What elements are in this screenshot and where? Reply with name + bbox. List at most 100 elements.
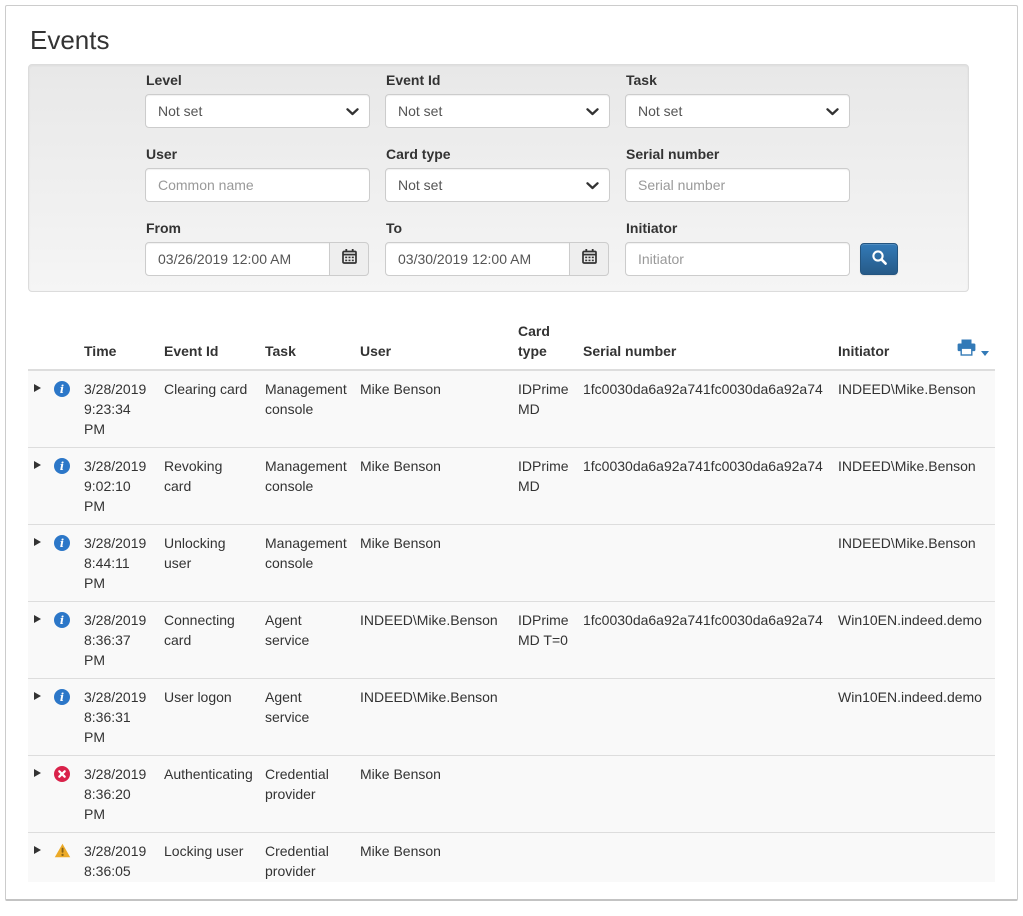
caret-right-icon bbox=[34, 846, 41, 854]
time-cell: 3/28/2019 8:36:05 bbox=[84, 833, 164, 882]
card-type-cell bbox=[518, 525, 583, 601]
table-row: i 3/28/2019 9:23:34 PM Clearing card Man… bbox=[28, 371, 995, 448]
caret-right-icon bbox=[34, 538, 41, 546]
caret-right-icon bbox=[34, 384, 41, 392]
expand-row-button[interactable] bbox=[28, 602, 54, 678]
info-icon: i bbox=[54, 612, 70, 628]
filter-group-event-id: Event Id Not set bbox=[385, 72, 610, 128]
svg-text:i: i bbox=[60, 383, 64, 396]
table-row: i 3/28/2019 8:36:20 PM Authenticating Cr… bbox=[28, 756, 995, 833]
task-cell: Management console bbox=[265, 525, 360, 601]
task-cell: Agent service bbox=[265, 679, 360, 755]
header-level-col bbox=[54, 353, 84, 369]
event-id-select[interactable]: Not set bbox=[385, 94, 610, 128]
from-date-input[interactable] bbox=[145, 242, 330, 276]
time-cell: 3/28/2019 9:02:10 PM bbox=[84, 448, 164, 524]
serial-number-cell: 1fc0030da6a92a741fc0030da6a92a74 bbox=[583, 371, 838, 447]
task-cell: Agent service bbox=[265, 602, 360, 678]
svg-text:i: i bbox=[60, 460, 64, 473]
user-cell: INDEED\Mike.Benson bbox=[360, 679, 518, 755]
table-row: i 3/28/2019 9:02:10 PM Revoking card Man… bbox=[28, 448, 995, 525]
chevron-down-icon bbox=[346, 103, 359, 119]
card-type-select[interactable]: Not set bbox=[385, 168, 610, 202]
calendar-icon bbox=[582, 249, 597, 269]
initiator-cell: Win10EN.indeed.demo bbox=[838, 602, 995, 678]
level-select-value: Not set bbox=[158, 103, 202, 119]
to-date-picker-button[interactable] bbox=[569, 242, 609, 276]
magnifier-icon bbox=[871, 249, 888, 269]
table-row: i 3/28/2019 8:36:37 PM Connecting card A… bbox=[28, 602, 995, 679]
event-id-cell: Connecting card bbox=[164, 602, 265, 678]
user-cell: Mike Benson bbox=[360, 756, 518, 832]
table-row: i 3/28/2019 8:44:11 PM Unlocking user Ma… bbox=[28, 525, 995, 602]
filter-group-level: Level Not set bbox=[145, 72, 370, 128]
info-icon: i bbox=[54, 535, 70, 551]
header-task: Task bbox=[265, 333, 360, 369]
serial-number-cell: 1fc0030da6a92a741fc0030da6a92a74 bbox=[583, 602, 838, 678]
chevron-down-icon bbox=[586, 103, 599, 119]
initiator-cell: Win10EN.indeed.demo bbox=[838, 679, 995, 755]
initiator-input[interactable] bbox=[625, 242, 850, 276]
table-row: i 3/28/2019 8:36:05 Locking user Credent… bbox=[28, 833, 995, 882]
event-id-cell: Revoking card bbox=[164, 448, 265, 524]
expand-row-button[interactable] bbox=[28, 371, 54, 447]
event-id-cell: Authenticating bbox=[164, 756, 265, 832]
svg-text:i: i bbox=[60, 537, 64, 550]
filter-group-task: Task Not set bbox=[625, 72, 850, 128]
event-id-cell: Unlocking user bbox=[164, 525, 265, 601]
print-menu-button[interactable] bbox=[957, 339, 989, 361]
expand-row-button[interactable] bbox=[28, 833, 54, 882]
serial-number-input[interactable] bbox=[625, 168, 850, 202]
info-icon: i bbox=[54, 689, 70, 705]
card-type-cell bbox=[518, 833, 583, 882]
svg-text:i: i bbox=[60, 614, 64, 627]
time-cell: 3/28/2019 8:36:31 PM bbox=[84, 679, 164, 755]
chevron-down-icon bbox=[586, 177, 599, 193]
to-date-input[interactable] bbox=[385, 242, 570, 276]
from-date-picker-button[interactable] bbox=[329, 242, 369, 276]
warning-icon: i bbox=[54, 843, 70, 859]
card-type-label: Card type bbox=[386, 146, 610, 163]
card-type-cell bbox=[518, 679, 583, 755]
card-type-cell: IDPrime MD bbox=[518, 371, 583, 447]
filter-group-to: To bbox=[385, 220, 610, 276]
header-user: User bbox=[360, 333, 518, 369]
serial-number-label: Serial number bbox=[626, 146, 850, 163]
expand-row-button[interactable] bbox=[28, 679, 54, 755]
caret-down-icon bbox=[981, 351, 989, 356]
page-title: Events bbox=[30, 25, 995, 56]
caret-right-icon bbox=[34, 769, 41, 777]
card-type-select-value: Not set bbox=[398, 177, 442, 193]
user-cell: Mike Benson bbox=[360, 525, 518, 601]
expand-row-button[interactable] bbox=[28, 448, 54, 524]
events-table-body: i 3/28/2019 9:23:34 PM Clearing card Man… bbox=[28, 371, 995, 882]
level-cell: i bbox=[54, 525, 84, 601]
time-cell: 3/28/2019 8:36:37 PM bbox=[84, 602, 164, 678]
filter-panel: Level Not set Event Id Not set bbox=[28, 64, 969, 292]
time-cell: 3/28/2019 8:44:11 PM bbox=[84, 525, 164, 601]
user-input[interactable] bbox=[145, 168, 370, 202]
expand-row-button[interactable] bbox=[28, 756, 54, 832]
search-button[interactable] bbox=[860, 243, 898, 275]
task-select-value: Not set bbox=[638, 103, 682, 119]
serial-number-cell bbox=[583, 679, 838, 755]
initiator-cell: INDEED\Mike.Benson bbox=[838, 525, 995, 601]
serial-number-cell: 1fc0030da6a92a741fc0030da6a92a74 bbox=[583, 448, 838, 524]
expand-row-button[interactable] bbox=[28, 525, 54, 601]
filter-group-card-type: Card type Not set bbox=[385, 146, 610, 202]
level-select[interactable]: Not set bbox=[145, 94, 370, 128]
event-id-select-value: Not set bbox=[398, 103, 442, 119]
event-id-label: Event Id bbox=[386, 72, 610, 89]
to-label: To bbox=[386, 220, 610, 237]
header-time: Time bbox=[84, 333, 164, 369]
header-event-id: Event Id bbox=[164, 333, 265, 369]
card-type-cell: IDPrime MD bbox=[518, 448, 583, 524]
filter-group-from: From bbox=[145, 220, 370, 276]
info-icon: i bbox=[54, 381, 70, 397]
header-initiator: Initiator bbox=[838, 341, 889, 361]
header-expand-col bbox=[28, 353, 54, 369]
task-select[interactable]: Not set bbox=[625, 94, 850, 128]
events-page-card: Events Level Not set Event Id Not set bbox=[5, 5, 1018, 901]
filter-group-initiator: Initiator bbox=[625, 220, 850, 276]
events-table-header: Time Event Id Task User Card type Serial… bbox=[28, 304, 995, 371]
